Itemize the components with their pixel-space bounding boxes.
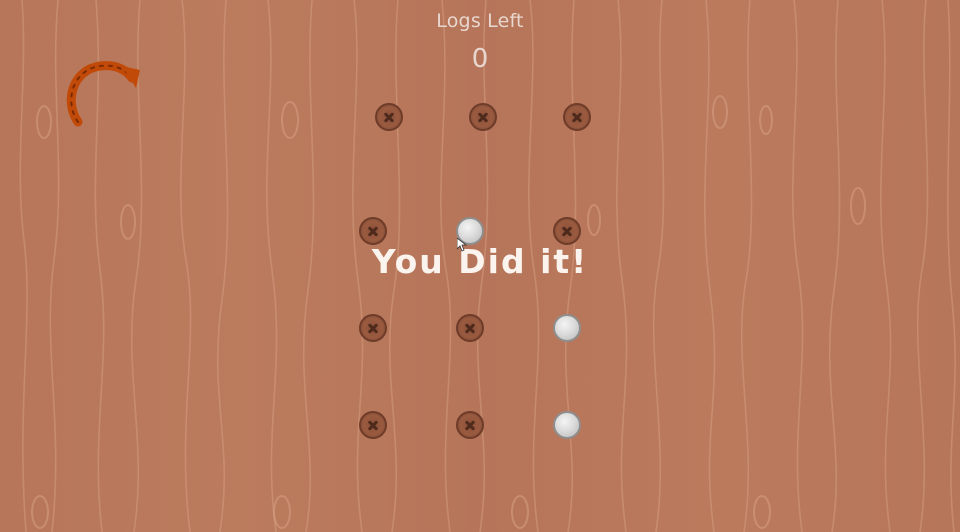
peg-hole[interactable] [553,217,581,245]
logs-left-label: Logs Left [436,10,524,32]
peg-hole[interactable] [456,411,484,439]
game-board: Logs Left 0 You Did it! [0,0,960,532]
peg-hole[interactable] [469,103,497,131]
peg-hole[interactable] [456,314,484,342]
peg-log[interactable] [553,411,581,439]
restart-button[interactable] [60,56,146,132]
peg-hole[interactable] [563,103,591,131]
win-message: You Did it! [371,242,589,281]
restart-arrow-icon [66,61,140,127]
peg-hole[interactable] [359,411,387,439]
logs-left-count: 0 [471,44,489,74]
peg-hole[interactable] [375,103,403,131]
peg-hole[interactable] [359,217,387,245]
peg-log[interactable] [553,314,581,342]
peg-hole[interactable] [359,314,387,342]
mouse-pointer-icon [457,238,467,252]
